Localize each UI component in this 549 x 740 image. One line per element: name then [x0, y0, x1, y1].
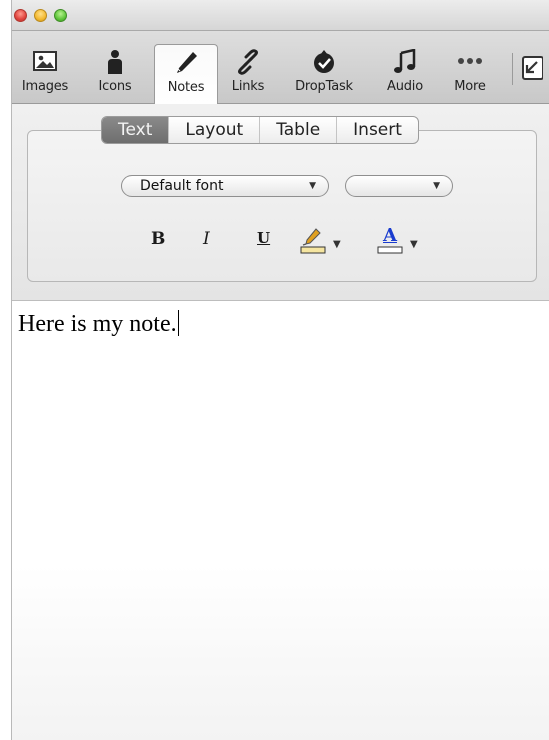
highlight-color-button[interactable] — [298, 225, 328, 255]
pencil-icon — [155, 50, 217, 76]
toolbar-more-label: More — [454, 79, 486, 94]
tab-text[interactable]: Text — [102, 117, 169, 143]
highlight-dropdown-icon[interactable]: ▼ — [333, 239, 341, 250]
italic-button[interactable]: I — [203, 229, 210, 249]
toolbar-droptask-label: DropTask — [295, 79, 353, 94]
note-text: Here is my note. — [18, 311, 177, 337]
toolbar-notes-label: Notes — [167, 80, 205, 95]
close-window-button[interactable] — [14, 9, 27, 22]
toolbar-icons[interactable]: Icons — [78, 44, 152, 100]
format-panel: Text Layout Table Insert Default font ▼ … — [12, 104, 549, 301]
zoom-window-button[interactable] — [54, 9, 67, 22]
toolbar-links[interactable]: Links — [222, 44, 274, 100]
music-note-icon — [376, 49, 434, 75]
toolbar-overflow-button[interactable] — [512, 53, 545, 85]
toolbar-images-label: Images — [21, 79, 69, 94]
text-color-swatch-icon — [377, 246, 403, 254]
droptask-icon — [276, 49, 372, 75]
text-format-panel: Default font ▼ ▼ B I U ▼ A ▼ — [27, 130, 537, 282]
more-dots-icon — [438, 49, 502, 75]
highlighter-icon — [300, 228, 326, 254]
image-icon — [14, 49, 76, 75]
text-cursor — [177, 310, 179, 336]
link-icon — [222, 49, 274, 75]
person-icon — [78, 49, 152, 75]
toolbar-icons-label: Icons — [98, 79, 132, 94]
text-color-button[interactable]: A — [375, 225, 405, 255]
note-content[interactable]: Here is my note. — [18, 310, 179, 338]
toolbar-more[interactable]: More — [438, 44, 502, 100]
minimize-window-button[interactable] — [34, 9, 47, 22]
toolbar-images[interactable]: Images — [14, 44, 76, 100]
toolbar-droptask[interactable]: DropTask — [276, 44, 372, 100]
font-select-value: Default font — [140, 178, 224, 194]
font-select[interactable]: Default font ▼ — [121, 175, 329, 197]
text-color-dropdown-icon[interactable]: ▼ — [410, 239, 418, 250]
chevron-down-icon: ▼ — [433, 181, 440, 191]
tab-layout[interactable]: Layout — [168, 117, 259, 143]
font-size-select[interactable]: ▼ — [345, 175, 453, 197]
collapse-icon — [522, 56, 544, 80]
note-editor[interactable]: Here is my note. — [12, 301, 549, 740]
notes-window: Images Icons Notes Links DropTask Audio … — [11, 0, 549, 740]
chevron-down-icon: ▼ — [309, 181, 316, 191]
toolbar: Images Icons Notes Links DropTask Audio … — [12, 31, 549, 104]
title-bar — [12, 0, 549, 31]
tab-insert[interactable]: Insert — [336, 117, 418, 143]
toolbar-audio-label: Audio — [387, 79, 423, 94]
toolbar-notes[interactable]: Notes — [154, 44, 218, 104]
tab-table[interactable]: Table — [259, 117, 336, 143]
underline-button[interactable]: U — [257, 229, 270, 247]
toolbar-links-label: Links — [231, 79, 265, 94]
toolbar-audio[interactable]: Audio — [376, 44, 434, 100]
format-tab-group: Text Layout Table Insert — [101, 116, 419, 144]
bold-button[interactable]: B — [151, 229, 165, 249]
